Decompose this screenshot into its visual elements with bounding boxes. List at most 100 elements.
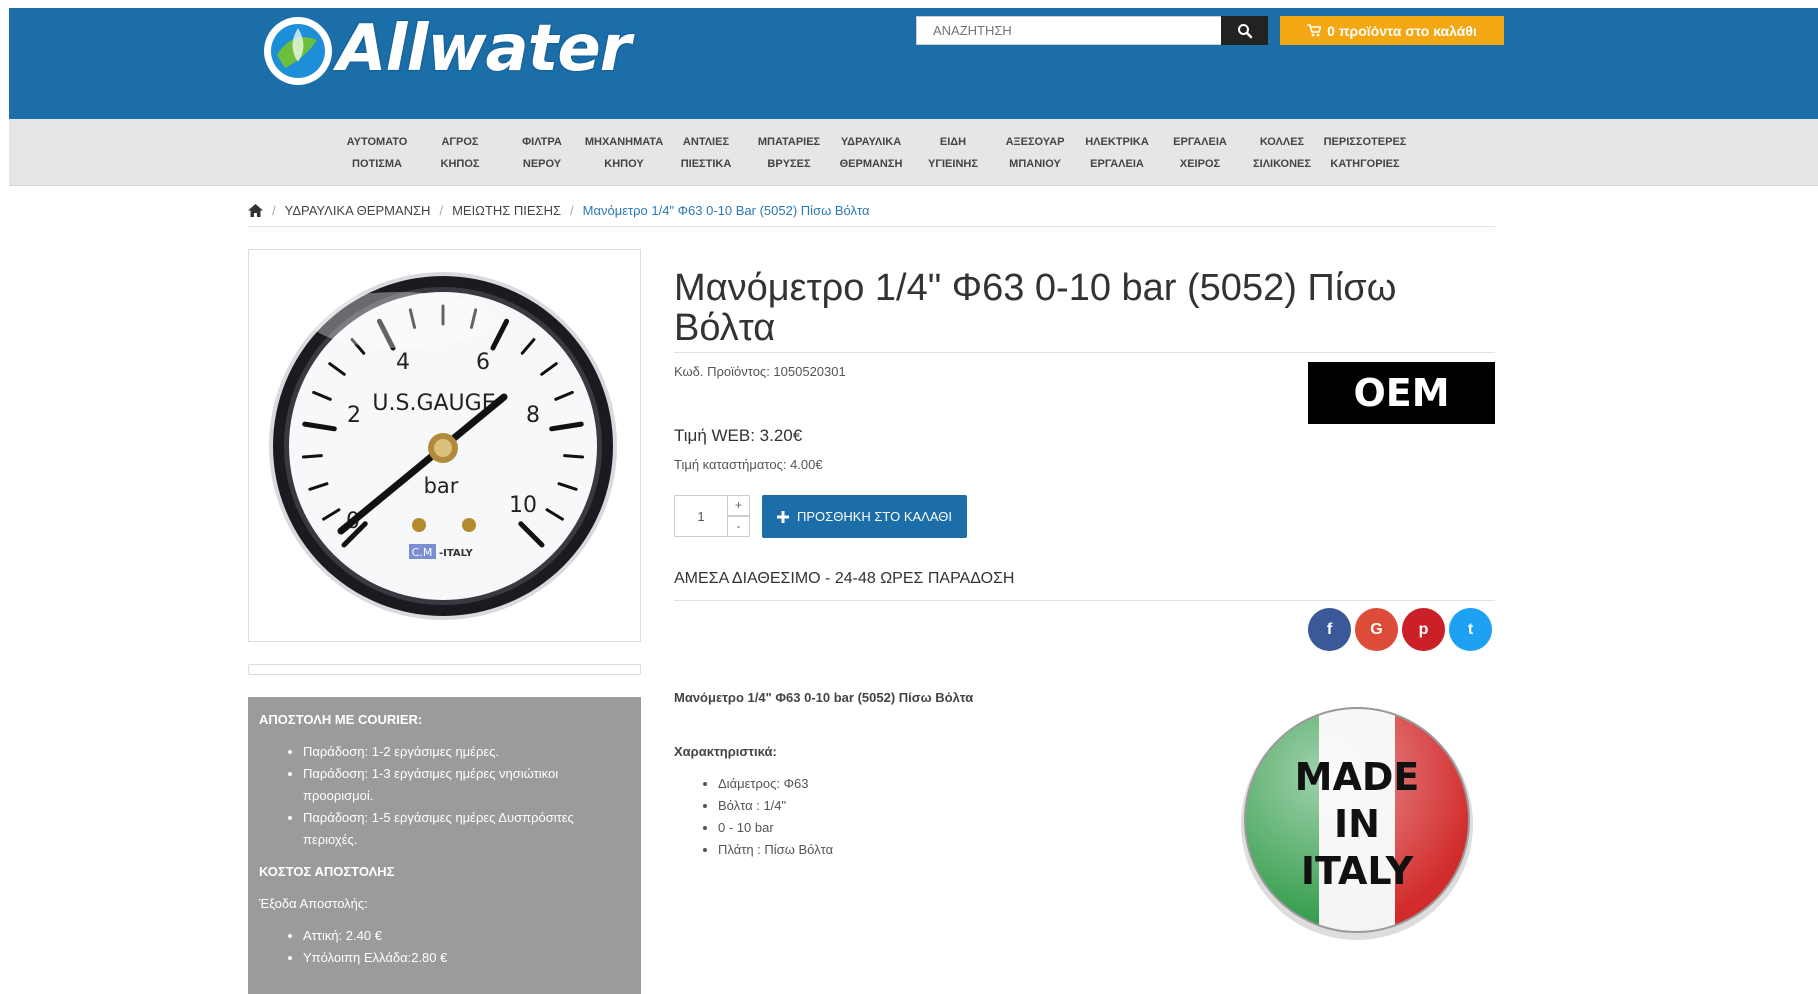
gauge-tick-label: 4 xyxy=(396,350,410,375)
breadcrumb-item-plumbing-heating[interactable]: ΥΔΡΑΥΛΙΚΑ ΘΕΡΜΑΝΣΗ xyxy=(285,203,431,218)
nav-item-line1: ΦΙΛΤΡΑ xyxy=(522,136,562,148)
site-header: Allwater 0 προϊόντα στο καλάθι xyxy=(9,8,1818,119)
shopping-cart-icon xyxy=(1307,24,1322,37)
courier-title: ΑΠΟΣΤΟΛΗ ΜΕ COURIER: xyxy=(259,712,423,727)
made-in-line2: IN xyxy=(1334,802,1380,846)
nav-item-hand-tools[interactable]: ΕΡΓΑΛΕΙΑ ΧΕΙΡΟΣ xyxy=(1173,131,1227,175)
breadcrumb-separator: / xyxy=(272,202,276,218)
quantity-decrease-button[interactable]: - xyxy=(728,516,750,537)
list-item: Παράδοση: 1-5 εργάσιμες ημέρες Δυσπρόσιτ… xyxy=(303,807,630,851)
pinterest-share-button[interactable]: p xyxy=(1402,608,1445,651)
home-icon[interactable] xyxy=(248,203,263,217)
pressure-gauge-image: 0 2 4 6 8 10 U.S.GAUGE bar C.M -ITALY xyxy=(269,272,617,620)
gauge-tick-label: 6 xyxy=(476,350,490,375)
nav-item-line2: ΠΙΕΣΤΙΚΑ xyxy=(680,158,732,170)
made-in-line1: MADE xyxy=(1295,755,1420,799)
features-list: Διάμετρος: Φ63 Βόλτα : 1/4" 0 - 10 bar Π… xyxy=(674,773,833,861)
nav-item-sanitary[interactable]: ΕΙΔΗ ΥΓΙΕΙΝΗΣ xyxy=(928,131,978,175)
nav-item-line2: ΚΗΠΟΣ xyxy=(440,158,480,170)
nav-item-line2: ΘΕΡΜΑΝΣΗ xyxy=(839,158,903,170)
nav-item-water-filters[interactable]: ΦΙΛΤΡΑ ΝΕΡΟΥ xyxy=(522,131,562,175)
nav-item-line2: ΝΕΡΟΥ xyxy=(522,158,562,170)
social-share: f G p t xyxy=(1308,608,1492,651)
google-share-button[interactable]: G xyxy=(1355,608,1398,651)
add-to-cart-button[interactable]: ΠΡΟΣΘΗΚΗ ΣΤΟ ΚΑΛΑΘΙ xyxy=(762,495,967,538)
nav-item-line1: ΕΙΔΗ xyxy=(939,136,967,148)
product-image[interactable]: 0 2 4 6 8 10 U.S.GAUGE bar C.M -ITALY xyxy=(248,249,641,642)
breadcrumb-separator: / xyxy=(439,202,444,218)
nav-item-automatic-watering[interactable]: ΑΥΤΟΜΑΤΟ ΠΟΤΙΣΜΑ xyxy=(347,131,408,175)
breadcrumb-item-pressure-reducer[interactable]: ΜΕΙΩΤΗΣ ΠΙΕΣΗΣ xyxy=(452,203,561,218)
nav-item-line1: ΥΔΡΑΥΛΙΚΑ xyxy=(840,136,902,148)
logo-globe-icon xyxy=(264,17,332,85)
gauge-maker: C.M xyxy=(412,546,433,559)
nav-item-line1: ΗΛΕΚΤΡΙΚΑ xyxy=(1085,136,1149,148)
cart-button[interactable]: 0 προϊόντα στο καλάθι xyxy=(1280,16,1504,45)
list-item: Διάμετρος: Φ63 xyxy=(718,773,833,795)
gauge-tick-mark xyxy=(563,454,585,459)
thumbnail-strip[interactable] xyxy=(248,664,641,675)
breadcrumb-item-current: Μανόμετρο 1/4" Φ63 0-10 Bar (5052) Πίσω … xyxy=(582,202,870,218)
list-item: Πλάτη : Πίσω Βόλτα xyxy=(718,839,833,861)
nav-item-line2: ΠΟΤΙΣΜΑ xyxy=(352,158,402,170)
product-title: Μανόμετρο 1/4" Φ63 0-10 bar (5052) Πίσω … xyxy=(674,268,1495,353)
facebook-share-button[interactable]: f xyxy=(1308,608,1351,651)
nav-item-pumps[interactable]: ΑΝΤΛΙΕΣ ΠΙΕΣΤΙΚΑ xyxy=(681,131,732,175)
nav-item-line2: ΒΡΥΣΕΣ xyxy=(767,158,811,170)
add-to-cart-label: ΠΡΟΣΘΗΚΗ ΣΤΟ ΚΑΛΑΘΙ xyxy=(797,509,952,524)
shipping-cost-list: Αττική: 2.40 € Υπόλοιπη Ελλάδα:2.80 € xyxy=(259,925,630,969)
nav-item-field-garden[interactable]: ΑΓΡΟΣ ΚΗΠΟΣ xyxy=(441,131,480,175)
nav-item-bath-accessories[interactable]: ΑΞΕΣΟΥΑΡ ΜΠΑΝΙΟΥ xyxy=(1006,131,1065,175)
gauge-tick-label: 8 xyxy=(526,403,540,428)
facebook-icon: f xyxy=(1326,620,1333,638)
plus-icon xyxy=(777,510,789,523)
nav-item-line2: ΜΠΑΝΙΟΥ xyxy=(1009,158,1061,170)
search-input[interactable] xyxy=(916,16,1222,45)
nav-item-faucets[interactable]: ΜΠΑΤΑΡΙΕΣ ΒΡΥΣΕΣ xyxy=(758,131,820,175)
web-price: Τιμή WEB: 3.20€ xyxy=(674,426,803,445)
list-item: 0 - 10 bar xyxy=(718,817,833,839)
description-title: Μανόμετρο 1/4" Φ63 0-10 bar (5052) Πίσω … xyxy=(674,690,974,705)
nav-item-line1: ΕΡΓΑΛΕΙΑ xyxy=(1173,136,1227,148)
nav-item-line1: ΑΥΤΟΜΑΤΟ xyxy=(346,136,408,148)
nav-item-line2: ΣΙΛΙΚΟΝΕΣ xyxy=(1253,158,1311,170)
quantity-increase-button[interactable]: + xyxy=(728,495,750,516)
list-item: Παράδοση: 1-3 εργάσιμες ημέρες νησιώτικο… xyxy=(303,763,630,807)
breadcrumb: / ΥΔΡΑΥΛΙΚΑ ΘΕΡΜΑΝΣΗ / ΜΕΙΩΤΗΣ ΠΙΕΣΗΣ / … xyxy=(248,194,1495,227)
gauge-tick-label: 2 xyxy=(347,403,361,428)
nav-item-line1: ΑΞΕΣΟΥΑΡ xyxy=(1005,136,1065,148)
features-title: Χαρακτηριστικά: xyxy=(674,744,777,759)
nav-item-line1: ΜΗΧΑΝΗΜΑΤΑ xyxy=(584,136,664,148)
nav-item-power-tools[interactable]: ΗΛΕΚΤΡΙΚΑ ΕΡΓΑΛΕΙΑ xyxy=(1085,131,1149,175)
nav-item-line1: ΚΟΛΛΕΣ xyxy=(1259,136,1305,148)
cart-label: 0 προϊόντα στο καλάθι xyxy=(1327,22,1477,39)
shipping-info-panel: ΑΠΟΣΤΟΛΗ ΜΕ COURIER: Παράδοση: 1-2 εργάσ… xyxy=(248,697,641,994)
store-price: Τιμή καταστήματος: 4.00€ xyxy=(674,457,823,472)
nav-item-line2: ΥΓΙΕΙΝΗΣ xyxy=(928,158,978,170)
gauge-origin: -ITALY xyxy=(439,548,473,559)
twitter-share-button[interactable]: t xyxy=(1449,608,1492,651)
nav-item-line1: ΠΕΡΙΣΣΟΤΕΡΕΣ xyxy=(1323,136,1407,148)
nav-item-more-categories[interactable]: ΠΕΡΙΣΣΟΤΕΡΕΣ ΚΑΤΗΓΟΡΙΕΣ xyxy=(1324,131,1407,175)
availability-status: ΑΜΕΣΑ ΔΙΑΘΕΣΙΜΟ - 24-48 ΩΡΕΣ ΠΑΡΑΔΟΣΗ xyxy=(674,570,1495,601)
product-code: Κωδ. Προϊόντος: 1050520301 xyxy=(674,364,846,379)
quantity-input[interactable] xyxy=(674,495,728,537)
nav-item-plumbing-heating[interactable]: ΥΔΡΑΥΛΙΚΑ ΘΕΡΜΑΝΣΗ xyxy=(840,131,903,175)
nav-item-line2: ΧΕΙΡΟΣ xyxy=(1179,158,1221,170)
nav-item-glues-silicones[interactable]: ΚΟΛΛΕΣ ΣΙΛΙΚΟΝΕΣ xyxy=(1253,131,1311,175)
shipping-cost-subtitle: Έξοδα Αποστολής: xyxy=(259,896,368,911)
search-button[interactable] xyxy=(1221,16,1268,45)
nav-item-garden-machines[interactable]: ΜΗΧΑΝΗΜΑΤΑ ΚΗΠΟΥ xyxy=(585,131,663,175)
google-icon: G xyxy=(1370,620,1383,638)
gauge-brand: U.S.GAUGE xyxy=(372,391,495,416)
search-icon xyxy=(1237,23,1252,38)
courier-list: Παράδοση: 1-2 εργάσιμες ημέρες. Παράδοση… xyxy=(259,741,630,851)
list-item: Παράδοση: 1-2 εργάσιμες ημέρες. xyxy=(303,741,630,763)
nav-item-line2: ΚΗΠΟΥ xyxy=(604,158,644,170)
main-nav: ΑΥΤΟΜΑΤΟ ΠΟΤΙΣΜΑ ΑΓΡΟΣ ΚΗΠΟΣ ΦΙΛΤΡΑ ΝΕΡΟΥ Μ… xyxy=(9,119,1818,186)
nav-item-line1: ΜΠΑΤΑΡΙΕΣ xyxy=(757,136,821,148)
list-item: Υπόλοιπη Ελλάδα:2.80 € xyxy=(303,947,630,969)
list-item: Βόλτα : 1/4" xyxy=(718,795,833,817)
site-logo[interactable]: Allwater xyxy=(257,12,657,96)
breadcrumb-separator: / xyxy=(570,202,574,218)
